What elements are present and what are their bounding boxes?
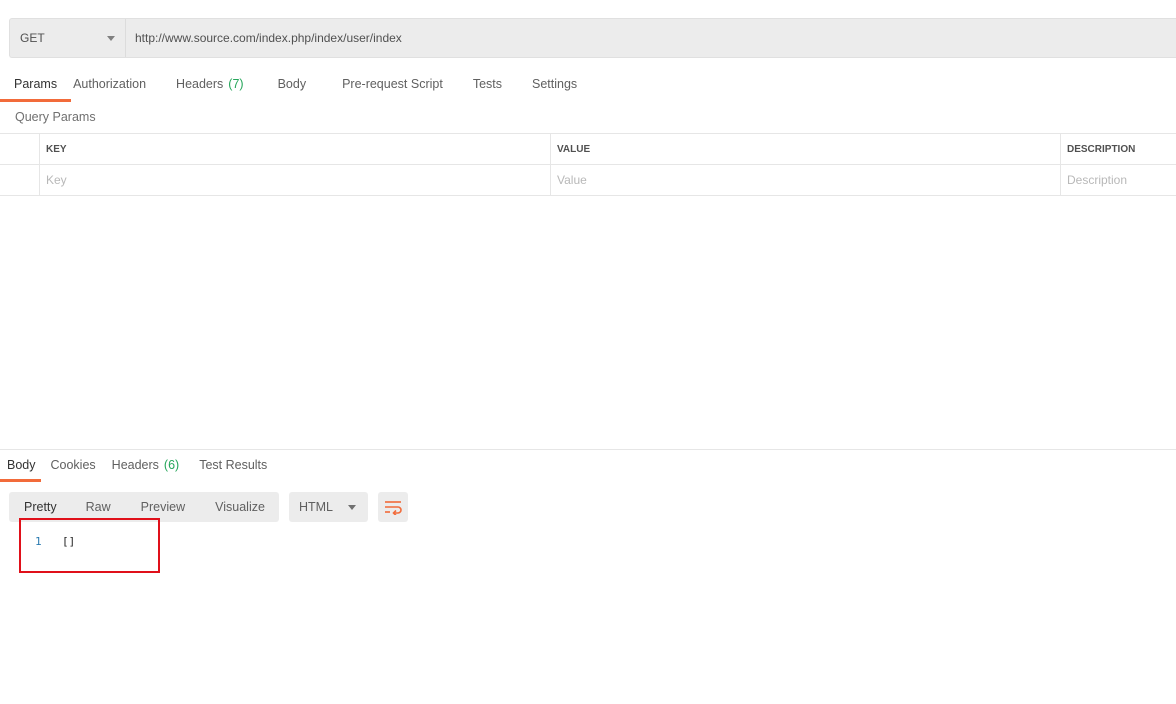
response-tabs: Body Cookies Headers (6) Test Results	[0, 451, 267, 482]
query-params-table: KEY VALUE DESCRIPTION Key Value Descript…	[0, 133, 1176, 196]
request-url-bar: GET http://www.source.com/index.php/inde…	[9, 18, 1176, 58]
request-tabs: Params Authorization Headers (7) Body Pr…	[0, 70, 577, 102]
tab-response-headers[interactable]: Headers (6)	[112, 451, 180, 482]
tab-label: Test Results	[199, 458, 268, 472]
tab-headers[interactable]: Headers (7)	[176, 70, 244, 102]
tab-pre-request-script[interactable]: Pre-request Script	[342, 70, 443, 102]
tab-tests[interactable]: Tests	[473, 70, 502, 102]
tab-label: Cookies	[50, 458, 96, 472]
tab-label: Pre-request Script	[342, 77, 443, 91]
value-input[interactable]: Value	[551, 165, 1061, 195]
tab-label: Tests	[472, 77, 502, 91]
wrap-lines-icon	[384, 501, 402, 515]
visualize-button[interactable]: Visualize	[200, 492, 279, 522]
tab-label: Body	[7, 458, 36, 472]
tab-label: Authorization	[73, 77, 147, 91]
tab-label: Body	[277, 77, 307, 91]
response-divider[interactable]	[0, 449, 1176, 450]
tab-settings[interactable]: Settings	[532, 70, 577, 102]
headers-count: (6)	[163, 458, 180, 472]
tab-params[interactable]: Params	[0, 70, 72, 102]
table-row: Key Value Description	[0, 165, 1176, 196]
wrap-lines-button[interactable]	[377, 492, 408, 522]
tab-authorization[interactable]: Authorization	[73, 70, 146, 102]
method-value: GET	[20, 31, 45, 45]
row-handle-cell	[0, 134, 40, 164]
tab-test-results[interactable]: Test Results	[199, 451, 267, 482]
tab-response-body[interactable]: Body	[0, 451, 41, 482]
tab-body[interactable]: Body	[278, 70, 307, 102]
description-input[interactable]: Description	[1061, 165, 1176, 195]
tab-label: Params	[14, 77, 58, 91]
headers-count: (7)	[228, 77, 244, 91]
row-handle-cell	[0, 165, 40, 195]
url-input[interactable]: http://www.source.com/index.php/index/us…	[126, 19, 1176, 57]
column-header-key: KEY	[40, 134, 551, 164]
column-header-description: DESCRIPTION	[1067, 143, 1136, 155]
chevron-down-icon	[107, 35, 115, 41]
language-select[interactable]: HTML	[288, 492, 368, 522]
method-select[interactable]: GET	[10, 19, 126, 57]
highlight-box	[19, 518, 160, 573]
chevron-down-icon	[347, 504, 356, 510]
tab-label: Headers	[111, 458, 159, 472]
tab-cookies[interactable]: Cookies	[51, 451, 96, 482]
column-header-value: VALUE	[551, 134, 1061, 164]
language-value: HTML	[298, 500, 333, 514]
key-input[interactable]: Key	[40, 165, 551, 195]
tab-label: Headers	[176, 77, 224, 91]
query-params-title: Query Params	[15, 110, 96, 124]
table-header-row: KEY VALUE DESCRIPTION	[0, 134, 1176, 165]
tab-label: Settings	[532, 77, 578, 91]
